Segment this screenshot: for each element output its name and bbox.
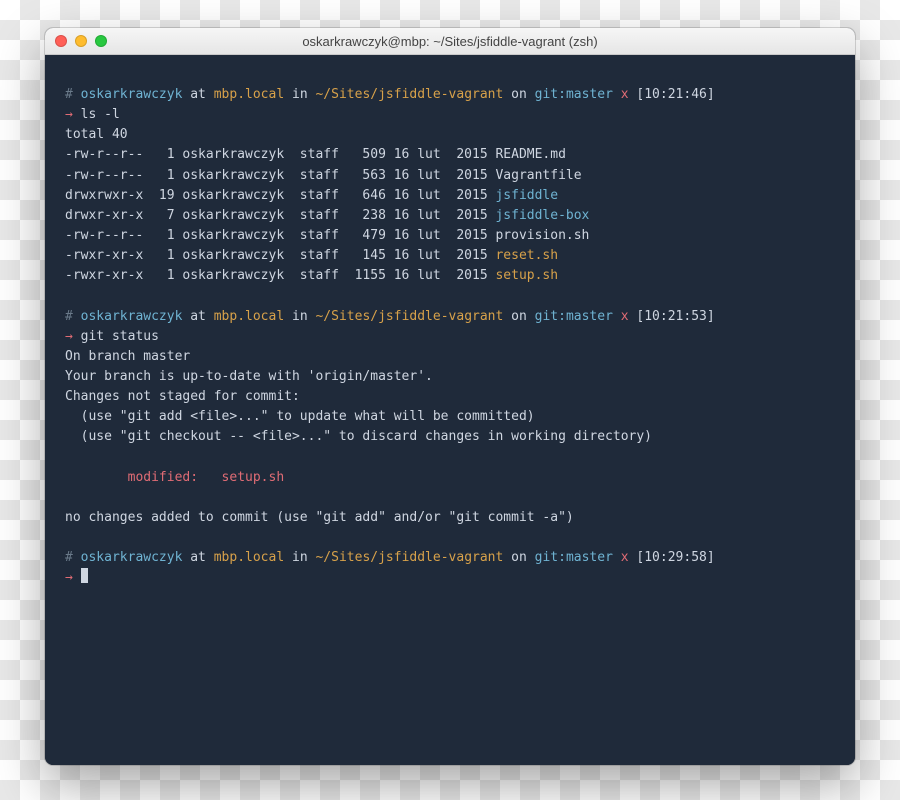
output-line: On branch master	[65, 347, 835, 367]
prompt-line: # oskarkrawczyk at mbp.local in ~/Sites/…	[65, 548, 835, 568]
listing-row: -rw-r--r-- 1 oskarkrawczyk staff 479 16 …	[65, 226, 835, 246]
listing-row: drwxrwxr-x 19 oskarkrawczyk staff 646 16…	[65, 186, 835, 206]
window-title: oskarkrawczyk@mbp: ~/Sites/jsfiddle-vagr…	[45, 34, 855, 49]
output-line: (use "git checkout -- <file>..." to disc…	[65, 427, 835, 447]
minimize-icon[interactable]	[75, 35, 87, 47]
command-line: → ls -l	[65, 105, 835, 125]
command-line: →	[65, 568, 835, 588]
prompt-line: # oskarkrawczyk at mbp.local in ~/Sites/…	[65, 307, 835, 327]
listing-row: -rw-r--r-- 1 oskarkrawczyk staff 563 16 …	[65, 166, 835, 186]
listing-row: -rwxr-xr-x 1 oskarkrawczyk staff 1155 16…	[65, 266, 835, 286]
output-line: Your branch is up-to-date with 'origin/m…	[65, 367, 835, 387]
listing-row: drwxr-xr-x 7 oskarkrawczyk staff 238 16 …	[65, 206, 835, 226]
output-line: total 40	[65, 125, 835, 145]
prompt-line: # oskarkrawczyk at mbp.local in ~/Sites/…	[65, 85, 835, 105]
close-icon[interactable]	[55, 35, 67, 47]
titlebar: oskarkrawczyk@mbp: ~/Sites/jsfiddle-vagr…	[45, 28, 855, 55]
zoom-icon[interactable]	[95, 35, 107, 47]
listing-row: -rw-r--r-- 1 oskarkrawczyk staff 509 16 …	[65, 145, 835, 165]
output-line: Changes not staged for commit:	[65, 387, 835, 407]
modified-line: modified: setup.sh	[65, 468, 835, 488]
cursor-icon	[81, 568, 88, 583]
terminal-window: oskarkrawczyk@mbp: ~/Sites/jsfiddle-vagr…	[45, 28, 855, 765]
output-line: no changes added to commit (use "git add…	[65, 508, 835, 528]
listing-row: -rwxr-xr-x 1 oskarkrawczyk staff 145 16 …	[65, 246, 835, 266]
window-controls	[55, 35, 107, 47]
output-line: (use "git add <file>..." to update what …	[65, 407, 835, 427]
command-line: → git status	[65, 327, 835, 347]
terminal-body[interactable]: # oskarkrawczyk at mbp.local in ~/Sites/…	[45, 55, 855, 765]
